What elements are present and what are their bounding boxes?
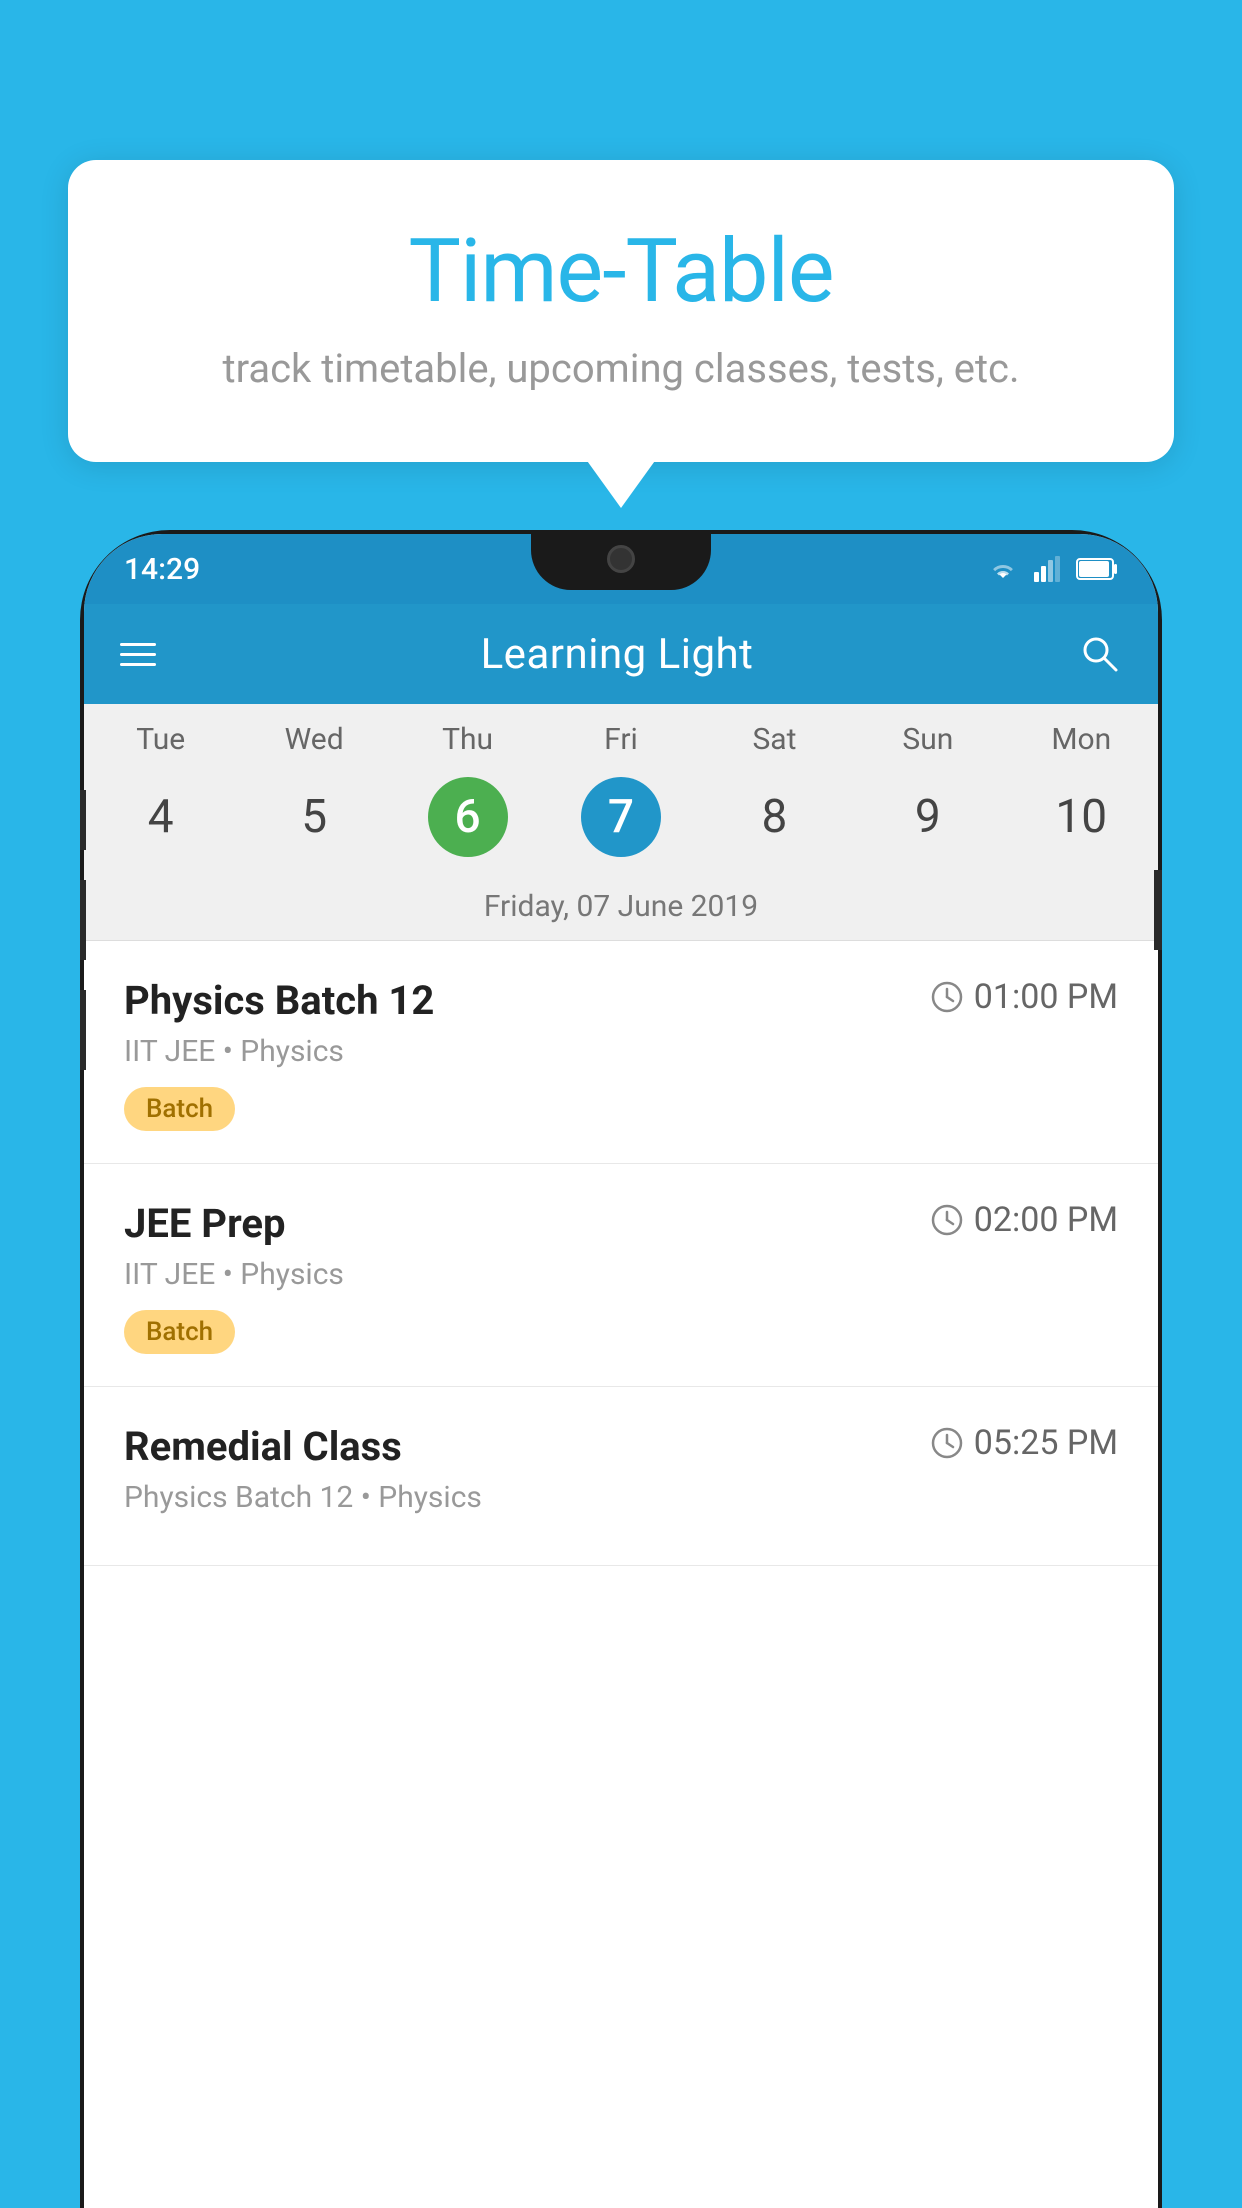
schedule-item-time: 02:00 PM bbox=[930, 1200, 1118, 1240]
schedule-item-subtitle: IIT JEE • Physics bbox=[124, 1257, 1118, 1292]
schedule-item-time: 05:25 PM bbox=[930, 1423, 1118, 1463]
screen-content: 14:29 bbox=[84, 534, 1158, 2208]
calendar-date-cell[interactable]: 10 bbox=[1005, 777, 1158, 857]
phone-frame: 14:29 bbox=[80, 530, 1162, 2208]
calendar-days-header: TueWedThuFriSatSunMon bbox=[84, 704, 1158, 767]
schedule-item[interactable]: Physics Batch 12 01:00 PM IIT JEE • Phys… bbox=[84, 941, 1158, 1164]
calendar-date-cell[interactable]: 8 bbox=[698, 777, 851, 857]
side-button-left-2 bbox=[80, 880, 86, 960]
calendar-date-number: 9 bbox=[888, 777, 968, 857]
calendar-day-name: Sun bbox=[851, 722, 1004, 757]
schedule-item[interactable]: JEE Prep 02:00 PM IIT JEE • Physics Batch bbox=[84, 1164, 1158, 1387]
calendar-section: TueWedThuFriSatSunMon 456789 10 Friday, 0… bbox=[84, 704, 1158, 941]
phone-screen: 14:29 bbox=[84, 534, 1158, 2208]
schedule-item-time: 01:00 PM bbox=[930, 977, 1118, 1017]
calendar-day-name: Fri bbox=[544, 722, 697, 757]
schedule-item-title: JEE Prep bbox=[124, 1200, 285, 1247]
calendar-day-name: Wed bbox=[237, 722, 390, 757]
tooltip-subtitle: track timetable, upcoming classes, tests… bbox=[118, 345, 1124, 392]
app-bar-title: Learning Light bbox=[481, 630, 754, 679]
clock-icon bbox=[930, 1203, 964, 1237]
schedule-item-title: Physics Batch 12 bbox=[124, 977, 434, 1024]
phone-notch bbox=[531, 530, 711, 590]
status-time: 14:29 bbox=[124, 552, 200, 587]
search-icon[interactable] bbox=[1078, 632, 1122, 676]
battery-icon bbox=[1076, 558, 1118, 580]
tooltip-title: Time-Table bbox=[118, 220, 1124, 323]
calendar-day-name: Tue bbox=[84, 722, 237, 757]
tooltip-card: Time-Table track timetable, upcoming cla… bbox=[68, 160, 1174, 462]
schedule-item-header: Remedial Class 05:25 PM bbox=[124, 1423, 1118, 1470]
phone-camera bbox=[607, 545, 635, 573]
calendar-dates: 456789 10 bbox=[84, 767, 1158, 877]
calendar-date-cell[interactable]: 5 bbox=[237, 777, 390, 857]
schedule-list: Physics Batch 12 01:00 PM IIT JEE • Phys… bbox=[84, 941, 1158, 1566]
schedule-item-subtitle: IIT JEE • Physics bbox=[124, 1034, 1118, 1069]
side-button-right bbox=[1154, 870, 1162, 950]
calendar-date-number: 5 bbox=[274, 777, 354, 857]
side-button-left-3 bbox=[80, 990, 86, 1070]
calendar-date-cell[interactable]: 9 bbox=[851, 777, 1004, 857]
schedule-item-subtitle: Physics Batch 12 • Physics bbox=[124, 1480, 1118, 1515]
batch-badge: Batch bbox=[124, 1310, 235, 1354]
schedule-item-header: JEE Prep 02:00 PM bbox=[124, 1200, 1118, 1247]
selected-date-label: Friday, 07 June 2019 bbox=[84, 877, 1158, 941]
calendar-date-cell[interactable]: 7 bbox=[544, 777, 697, 857]
calendar-date-number: 10 bbox=[1041, 777, 1121, 857]
signal-icon bbox=[1034, 556, 1062, 582]
calendar-date-cell[interactable]: 6 bbox=[391, 777, 544, 857]
calendar-date-number: 4 bbox=[121, 777, 201, 857]
calendar-date-number: 6 bbox=[428, 777, 508, 857]
schedule-item-title: Remedial Class bbox=[124, 1423, 402, 1470]
batch-badge: Batch bbox=[124, 1087, 235, 1131]
calendar-day-name: Sat bbox=[698, 722, 851, 757]
clock-icon bbox=[930, 1426, 964, 1460]
calendar-date-number: 7 bbox=[581, 777, 661, 857]
schedule-item[interactable]: Remedial Class 05:25 PM Physics Batch 12… bbox=[84, 1387, 1158, 1566]
calendar-date-number: 8 bbox=[734, 777, 814, 857]
calendar-day-name: Thu bbox=[391, 722, 544, 757]
schedule-item-header: Physics Batch 12 01:00 PM bbox=[124, 977, 1118, 1024]
status-icons bbox=[986, 556, 1118, 582]
side-button-left-1 bbox=[80, 790, 86, 850]
app-bar: Learning Light bbox=[84, 604, 1158, 704]
calendar-date-cell[interactable]: 4 bbox=[84, 777, 237, 857]
clock-icon bbox=[930, 980, 964, 1014]
calendar-day-name: Mon bbox=[1005, 722, 1158, 757]
wifi-icon bbox=[986, 556, 1020, 582]
menu-icon[interactable] bbox=[120, 643, 156, 666]
